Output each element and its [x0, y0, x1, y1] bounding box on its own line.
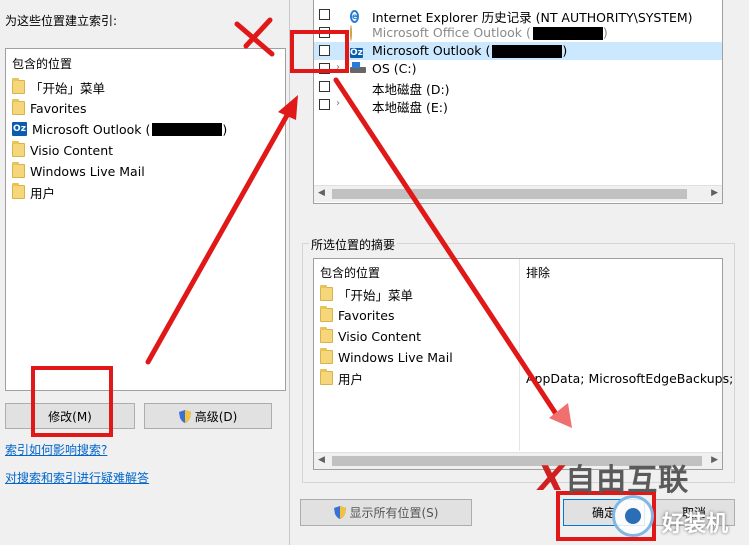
watermark-camera-icon	[612, 495, 654, 537]
watermark-brand: X自由互联	[538, 455, 689, 499]
arrow-to-checkbox	[145, 107, 293, 365]
highlight-checkbox-box	[290, 30, 349, 73]
watermark-site: 好装机	[662, 512, 729, 537]
arrow-head	[278, 95, 298, 120]
watermark-x-logo: X	[538, 459, 566, 499]
watermark-brand-text: 自由互联	[565, 463, 690, 498]
arrow-to-ok-button	[333, 77, 563, 423]
highlight-modify-button-box	[31, 366, 113, 437]
